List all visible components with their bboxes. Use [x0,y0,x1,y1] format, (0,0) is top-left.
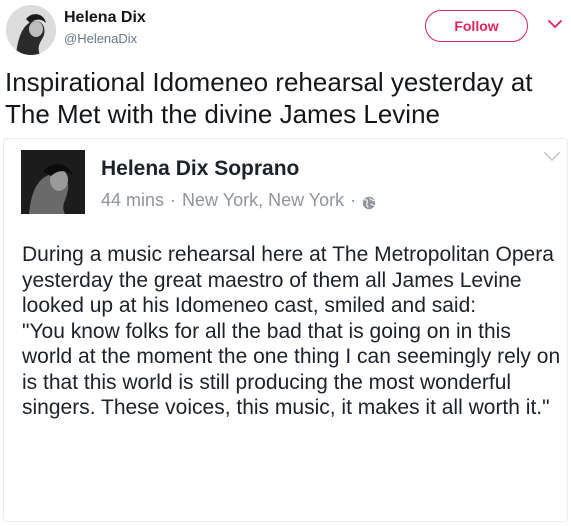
post-paragraph: "You know folks for all the bad that is … [22,319,561,420]
meta-separator: · [350,190,357,210]
chevron-down-icon [541,147,563,167]
post-author-avatar [21,150,85,214]
post-location: New York, New York [182,190,345,210]
author-name[interactable]: Helena Dix [64,9,146,27]
post-paragraph: During a music rehearsal here at The Met… [22,243,554,317]
chevron-down-icon[interactable] [545,14,565,34]
globe-icon [362,194,376,209]
post-author-name: Helena Dix Soprano [101,157,300,180]
post-time: 44 mins [101,190,165,210]
follow-button[interactable]: Follow [425,10,528,42]
post-meta: 44 mins · New York, New York · [101,190,376,211]
author-avatar[interactable] [6,5,56,55]
tweet-text: Inspirational Idomeneo rehearsal yesterd… [5,67,533,129]
author-handle[interactable]: @HelenaDix [64,31,137,46]
embedded-post-card[interactable]: Helena Dix Soprano 44 mins · New York, N… [3,138,568,522]
post-body: During a music rehearsal here at The Met… [22,242,562,421]
meta-separator: · [170,190,177,210]
